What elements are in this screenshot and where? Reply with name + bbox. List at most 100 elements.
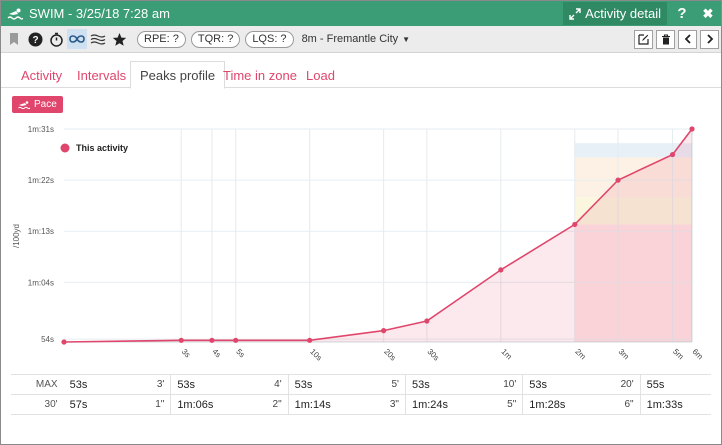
infinity-icon[interactable] [67,29,87,49]
title-bar: SWIM - 3/25/18 7:28 am Activity detail ?… [1,1,721,26]
x-tick-label: 6m [691,347,705,361]
trash-icon [661,33,670,44]
peak-duration: 3" [358,394,406,415]
activity-detail-button[interactable]: Activity detail [563,2,667,25]
tab-peaks-profile[interactable]: Peaks profile [130,61,226,89]
activity-detail-label: Activity detail [585,6,661,21]
data-point [572,221,578,228]
peak-value: 53s [404,374,477,395]
legend-marker [60,143,70,153]
stats-row: MAX 53s 3' 53s 4' 53s 5' 53s 10' 53s 20' 55s [11,374,711,395]
chevron-left-icon [684,34,691,44]
star-icon[interactable] [109,29,129,49]
chevron-right-icon [706,34,713,44]
caret-down-icon: ▼ [402,34,411,44]
peak-duration: 5" [476,394,523,415]
x-tick-label: 20s [382,347,397,362]
rpe-pill[interactable]: RPE: ? [137,30,186,48]
window-title: SWIM - 3/25/18 7:28 am [29,6,170,21]
tab-intervals[interactable]: Intervals [68,63,135,88]
next-button[interactable] [700,29,719,49]
peak-value: 53s [170,374,242,395]
peak-value: 53s [522,374,594,395]
peak-value: 53s [63,374,125,395]
peak-value: 1m:28s [522,394,594,415]
data-point [307,337,313,343]
y-tick-label: 1m:22s [28,176,54,185]
peak-value: 1m:14s [287,394,359,415]
help-button[interactable]: ? [669,2,695,25]
pace-button[interactable]: Pace [12,96,63,113]
location-dropdown[interactable]: 8m - Fremantle City ▼ [302,33,411,45]
peak-duration: 3' [124,374,171,395]
x-tick-label: 3m [617,347,631,361]
y-tick-label: 1m:31s [28,125,54,134]
peak-duration: MAX [11,374,64,395]
x-tick-label: 3s [180,347,192,359]
activity-window: SWIM - 3/25/18 7:28 am Activity detail ?… [0,0,722,445]
x-tick-label: 10s [308,347,323,362]
question-icon[interactable]: ? [25,29,45,49]
x-tick-label: 5m [671,347,685,361]
lqs-pill[interactable]: LQS: ? [245,30,294,48]
expand-icon [569,7,581,20]
data-point [381,328,387,334]
peaks-chart: 1m:31s 1m:22s 1m:13s 1m:04s 54s 3s 4s 5s 10s 20s 3… [1,121,721,371]
data-point [61,339,67,345]
peak-duration: 4' [241,374,289,395]
stats-row: 30' 57s 1" 1m:06s 2" 1m:14s 3" 1m:24s 5" 1m:28s 6"… [11,394,711,415]
tab-load[interactable]: Load [297,63,344,88]
peaks-table: MAX 53s 3' 53s 4' 53s 5' 53s 10' 53s 20' 55s 30' 57s 1… [11,374,711,415]
stopwatch-icon[interactable] [46,29,66,49]
pace-button-label: Pace [34,99,57,110]
peaks-chart-svg: 1m:31s 1m:22s 1m:13s 1m:04s 54s 3s 4s 5s 10s 20s 3… [12,125,705,363]
previous-button[interactable] [678,29,697,49]
swim-icon [5,8,25,20]
peak-duration: 10' [476,374,523,395]
peak-value: 53s [287,374,359,395]
x-tick-label: 30s [425,347,440,362]
peak-value: 1m:06s [170,394,242,415]
location-label: 8m - Fremantle City [301,33,399,45]
tab-bar: Activity Intervals Peaks profile Time in… [1,53,721,89]
peak-value: 1m:33s [639,394,711,415]
close-button[interactable]: ✖ [695,2,721,25]
peak-duration: 5' [358,374,406,395]
peak-duration: 1" [124,394,171,415]
legend-label: This activity [76,143,128,153]
peak-duration: 2" [241,394,289,415]
peak-value: 1m:24s [404,394,477,415]
peak-duration: 20' [593,374,641,395]
data-point [178,337,184,343]
x-tick-label: 5s [234,347,246,359]
bookmark-icon[interactable] [4,29,24,49]
tab-activity[interactable]: Activity [12,63,71,88]
data-point [669,151,676,158]
data-point [689,126,695,132]
delete-button[interactable] [656,29,675,49]
x-tick-label: 4s [210,347,222,359]
peak-duration: 6" [593,394,641,415]
y-tick-label: 54s [41,335,54,344]
x-tick-label: 2m [573,347,587,361]
svg-text:?: ? [32,35,38,46]
pool-icon[interactable] [88,29,108,49]
edit-button[interactable] [634,29,653,49]
edit-icon [638,33,649,45]
x-tick-label: 1m [499,347,513,361]
toolbar: ? RPE: ? TQR: ? LQS: ? 8m - Fremantle Ci… [1,26,721,53]
peak-value: 55s [639,374,711,395]
data-point [424,318,430,324]
peak-duration: 30' [11,394,64,415]
swim-icon [18,100,30,109]
tqr-pill[interactable]: TQR: ? [190,30,241,48]
data-point [498,267,504,273]
data-point [209,337,215,343]
y-tick-label: 1m:04s [28,278,54,287]
data-point [615,177,621,183]
y-axis-title: /100yd [12,224,21,248]
y-tick-label: 1m:13s [28,227,54,236]
peak-value: 57s [63,394,125,415]
tab-time-in-zone[interactable]: Time in zone [214,63,306,88]
data-point [233,337,239,343]
